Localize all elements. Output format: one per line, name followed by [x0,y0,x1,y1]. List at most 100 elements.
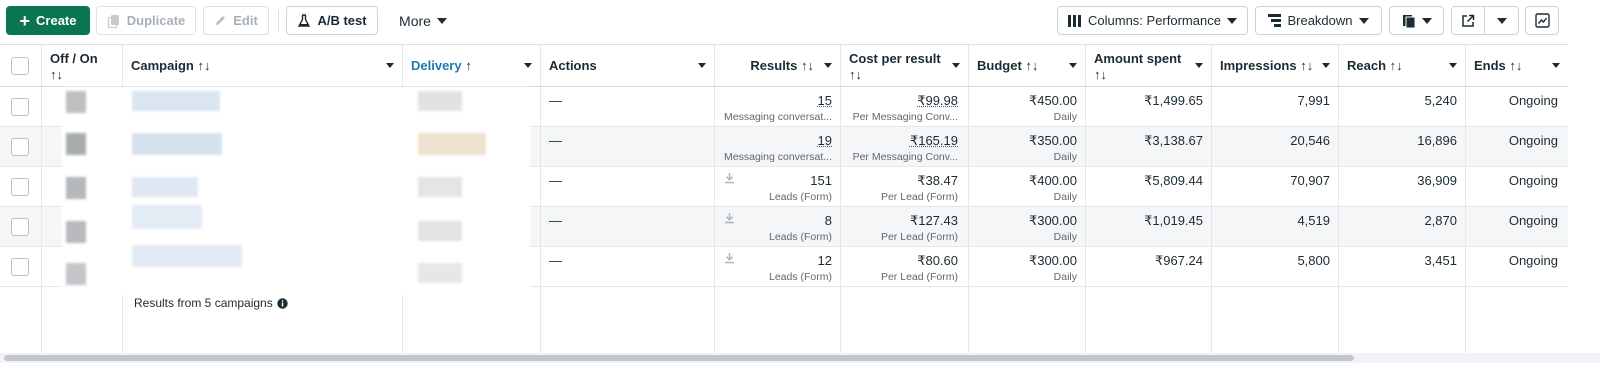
header-actions[interactable]: Actions [541,45,714,86]
export-icon [1461,14,1475,28]
toggle-switch[interactable] [66,177,86,199]
budget-value[interactable]: ₹450.00 [969,93,1077,109]
impressions-value: 20,546 [1290,133,1330,148]
cost-value[interactable]: ₹80.60 [841,253,958,269]
budget-value[interactable]: ₹400.00 [969,173,1077,189]
sort-icon: ↑↓ [1300,57,1314,73]
chevron-down-icon[interactable] [1322,63,1330,68]
ab-test-label: A/B test [317,13,367,28]
results-value[interactable]: 19 [715,133,832,148]
scroll-gutter [1568,44,1600,352]
toggle-switch[interactable] [66,221,86,243]
results-type: Leads (Form) [768,191,832,203]
chevron-down-icon[interactable] [1449,63,1457,68]
columns-label: Columns: Performance [1088,13,1221,28]
cost-type: Per Messaging Conv... [852,151,958,163]
columns-button[interactable]: Columns: Performance [1057,6,1248,35]
export-button[interactable] [1451,6,1485,35]
results-value[interactable]: 151 [715,173,832,188]
chevron-down-icon[interactable] [1195,63,1203,68]
chevron-down-icon [1358,17,1369,24]
horizontal-scrollbar-thumb[interactable] [4,355,1354,361]
breakdown-icon [1268,14,1282,27]
chevron-down-icon[interactable] [952,63,960,68]
cost-value[interactable]: ₹127.43 [841,213,958,229]
campaign-name-link[interactable] [132,91,220,111]
create-label: Create [36,13,77,28]
results-summary: Results from 5 campaigns [134,296,288,310]
toggle-switch[interactable] [66,133,86,155]
export-dropdown-button[interactable] [1485,6,1519,35]
row-checkbox[interactable] [11,98,29,116]
row-checkbox[interactable] [11,258,29,276]
budget-value[interactable]: ₹300.00 [969,213,1077,229]
cost-type: Per Lead (Form) [880,191,958,203]
breakdown-button[interactable]: Breakdown [1255,6,1382,35]
budget-value[interactable]: ₹350.00 [969,133,1077,149]
header-campaign[interactable]: Campaign ↑↓ [123,45,402,86]
budget-value[interactable]: ₹300.00 [969,253,1077,269]
chevron-down-icon[interactable] [1552,63,1560,68]
chevron-down-icon[interactable] [386,63,394,68]
plus-icon: + [19,10,31,31]
header-ends[interactable]: Ends ↑↓ [1466,45,1568,86]
select-all-checkbox[interactable] [11,57,29,75]
edit-button[interactable]: Edit [203,6,269,35]
toolbar: + Create Duplicate Edit A/B test More Co… [0,0,1600,42]
budget-type: Daily [1053,231,1077,243]
header-reach[interactable]: Reach ↑↓ [1339,45,1465,86]
header-offon[interactable]: Off / On ↑↓ [42,45,122,86]
info-icon[interactable] [277,297,288,309]
toggle-switch[interactable] [66,263,86,285]
results-type: Leads (Form) [768,231,832,243]
campaign-name-link[interactable] [132,245,242,267]
header-impressions[interactable]: Impressions ↑↓ [1212,45,1338,86]
ends-value: Ongoing [1508,253,1558,268]
more-button[interactable]: More [390,6,456,35]
header-results[interactable]: Results ↑↓ [715,45,840,86]
cost-type: Per Lead (Form) [880,271,958,283]
reach-value: 5,240 [1424,93,1457,108]
sort-icon: ↑↓ [1389,57,1403,73]
amount-spent-value: ₹1,019.45 [1144,213,1203,228]
chevron-down-icon[interactable] [1069,63,1077,68]
results-value[interactable]: 15 [715,93,832,108]
results-value[interactable]: 8 [715,213,832,228]
campaign-name-link[interactable] [132,205,202,229]
header-amount-spent[interactable]: Amount spent ↑↓ [1086,45,1211,86]
campaigns-table: Off / On ↑↓ Campaign ↑↓ Delivery ↑ Action… [0,44,1568,353]
header-cost-per-result[interactable]: Cost per result ↑↓ [841,45,968,86]
header-delivery[interactable]: Delivery ↑ [403,45,540,86]
row-checkbox[interactable] [11,138,29,156]
amount-spent-value: ₹3,138.67 [1144,133,1203,148]
duplicate-label: Duplicate [126,13,186,28]
campaign-name-link[interactable] [132,133,222,155]
cost-value[interactable]: ₹38.47 [841,173,958,189]
chevron-down-icon[interactable] [524,63,532,68]
campaign-name-link[interactable] [132,177,198,197]
toolbar-divider [278,10,279,32]
row-checkbox[interactable] [11,218,29,236]
delivery-status [418,133,486,155]
create-button[interactable]: + Create [6,6,90,35]
ends-value: Ongoing [1508,173,1558,188]
cost-value[interactable]: ₹99.98 [841,93,958,109]
chevron-down-icon [436,17,447,24]
budget-type: Daily [1053,151,1077,163]
actions-value: — [549,213,562,228]
reach-value: 36,909 [1417,173,1457,188]
chevron-down-icon[interactable] [824,63,832,68]
row-checkbox[interactable] [11,178,29,196]
toggle-switch[interactable] [66,91,86,113]
chart-button[interactable] [1525,6,1559,35]
cost-value[interactable]: ₹165.19 [841,133,958,149]
sort-icon: ↑↓ [50,67,63,82]
reports-button[interactable] [1389,6,1444,35]
ab-test-button[interactable]: A/B test [286,6,378,35]
header-budget[interactable]: Budget ↑↓ [969,45,1085,86]
duplicate-button[interactable]: Duplicate [96,6,196,35]
chevron-down-icon[interactable] [698,63,706,68]
impressions-value: 4,519 [1297,213,1330,228]
results-value[interactable]: 12 [715,253,832,268]
results-type: Messaging conversat... [724,111,832,123]
